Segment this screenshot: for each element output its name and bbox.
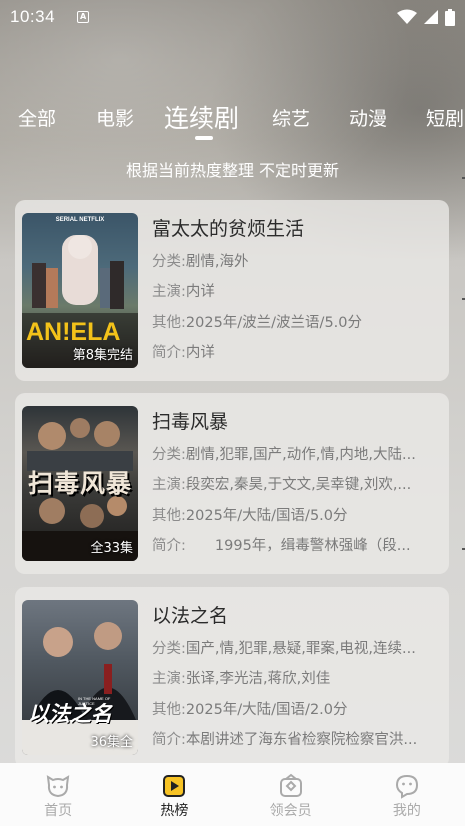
- show-card[interactable]: 扫毒风暴 全33集 扫毒风暴 分类:剧情,犯罪,国产,动作,情,内地,大陆...…: [15, 393, 449, 574]
- tab-series[interactable]: 连续剧: [164, 99, 239, 135]
- nav-home[interactable]: 首页: [0, 763, 116, 826]
- cast-row: 主演:段奕宏,秦昊,于文文,吴幸键,刘欢,...: [152, 477, 412, 493]
- status-bar: 10:34 A: [0, 0, 465, 34]
- nav-profile[interactable]: 我的: [349, 763, 465, 826]
- battery-icon: [445, 8, 455, 26]
- intro-row: 简介:本剧讲述了海东省检察院检察官洪...: [152, 732, 418, 748]
- tab-movie[interactable]: 电影: [96, 104, 134, 131]
- signal-icon: [423, 9, 439, 25]
- nav-profile-label: 我的: [392, 803, 421, 819]
- category-row: 分类:剧情,海外: [152, 254, 249, 270]
- tab-variety[interactable]: 综艺: [272, 104, 310, 131]
- nav-vip[interactable]: 领会员: [233, 763, 349, 826]
- show-title[interactable]: 以法之名: [152, 601, 228, 628]
- show-poster[interactable]: 以法之名 IN THE NAME OF JUSTICE 36集全: [22, 600, 138, 755]
- poster-title-text: AN!ELA: [26, 318, 121, 346]
- wifi-icon: [397, 9, 417, 25]
- episode-badge: 第8集完结: [72, 348, 133, 363]
- show-card[interactable]: SERIAL NETFLIX AN!ELA 第8集完结 富太太的贫烦生活 分类:…: [15, 200, 449, 381]
- status-time: 10:34: [10, 7, 56, 26]
- episode-badge: 全33集: [90, 541, 133, 556]
- nav-vip-label: 领会员: [269, 803, 312, 819]
- show-poster[interactable]: 扫毒风暴 全33集: [22, 406, 138, 561]
- bottom-nav: 首页 热榜 领会员 我的: [0, 763, 465, 826]
- nav-hot-list-label: 热榜: [160, 803, 189, 819]
- category-row: 分类:剧情,犯罪,国产,动作,情,内地,大陆...: [152, 447, 416, 463]
- notification-icon: A: [77, 11, 90, 23]
- nav-hot-list[interactable]: 热榜: [116, 763, 232, 826]
- intro-row: 简介: 1995年，缉毒警林强峰（段...: [152, 538, 411, 554]
- category-row: 分类:国产,情,犯罪,悬疑,罪案,电视,连续...: [152, 641, 416, 657]
- ranking-subtitle: 根据当前热度整理 不定时更新: [125, 161, 340, 180]
- nav-home-label: 首页: [44, 803, 73, 819]
- category-tabs: 全部 电影 连续剧 综艺 动漫 短剧: [0, 96, 465, 142]
- poster-title-text: 扫毒风暴: [27, 469, 132, 498]
- info-row: 其他:2025年/大陆/国语/2.0分: [152, 702, 348, 718]
- poster-subtitle: IN THE NAME OF JUSTICE: [78, 696, 111, 706]
- active-tab-indicator: [195, 136, 213, 140]
- poster-top-text: SERIAL NETFLIX: [55, 217, 105, 223]
- cast-row: 主演:内详: [152, 284, 215, 300]
- show-card[interactable]: 以法之名 IN THE NAME OF JUSTICE 36集全 以法之名 分类…: [15, 587, 449, 768]
- show-title[interactable]: 扫毒风暴: [152, 407, 228, 434]
- smile-icon: [394, 773, 420, 799]
- info-row: 其他:2025年/波兰/波兰语/5.0分: [152, 315, 363, 331]
- tab-anime[interactable]: 动漫: [349, 104, 387, 131]
- cast-row: 主演:张译,李光洁,蒋欣,刘佳: [152, 671, 331, 687]
- info-row: 其他:2025年/大陆/国语/5.0分: [152, 508, 348, 524]
- home-face-icon: [45, 773, 71, 799]
- show-poster[interactable]: SERIAL NETFLIX AN!ELA 第8集完结: [22, 213, 138, 368]
- gift-icon: [278, 773, 304, 799]
- intro-row: 简介:内详: [152, 345, 215, 361]
- tab-short-drama[interactable]: 短剧: [426, 104, 464, 131]
- episode-badge: 36集全: [90, 735, 133, 750]
- play-icon: [161, 773, 187, 799]
- tab-all[interactable]: 全部: [18, 104, 56, 131]
- show-title[interactable]: 富太太的贫烦生活: [152, 214, 304, 241]
